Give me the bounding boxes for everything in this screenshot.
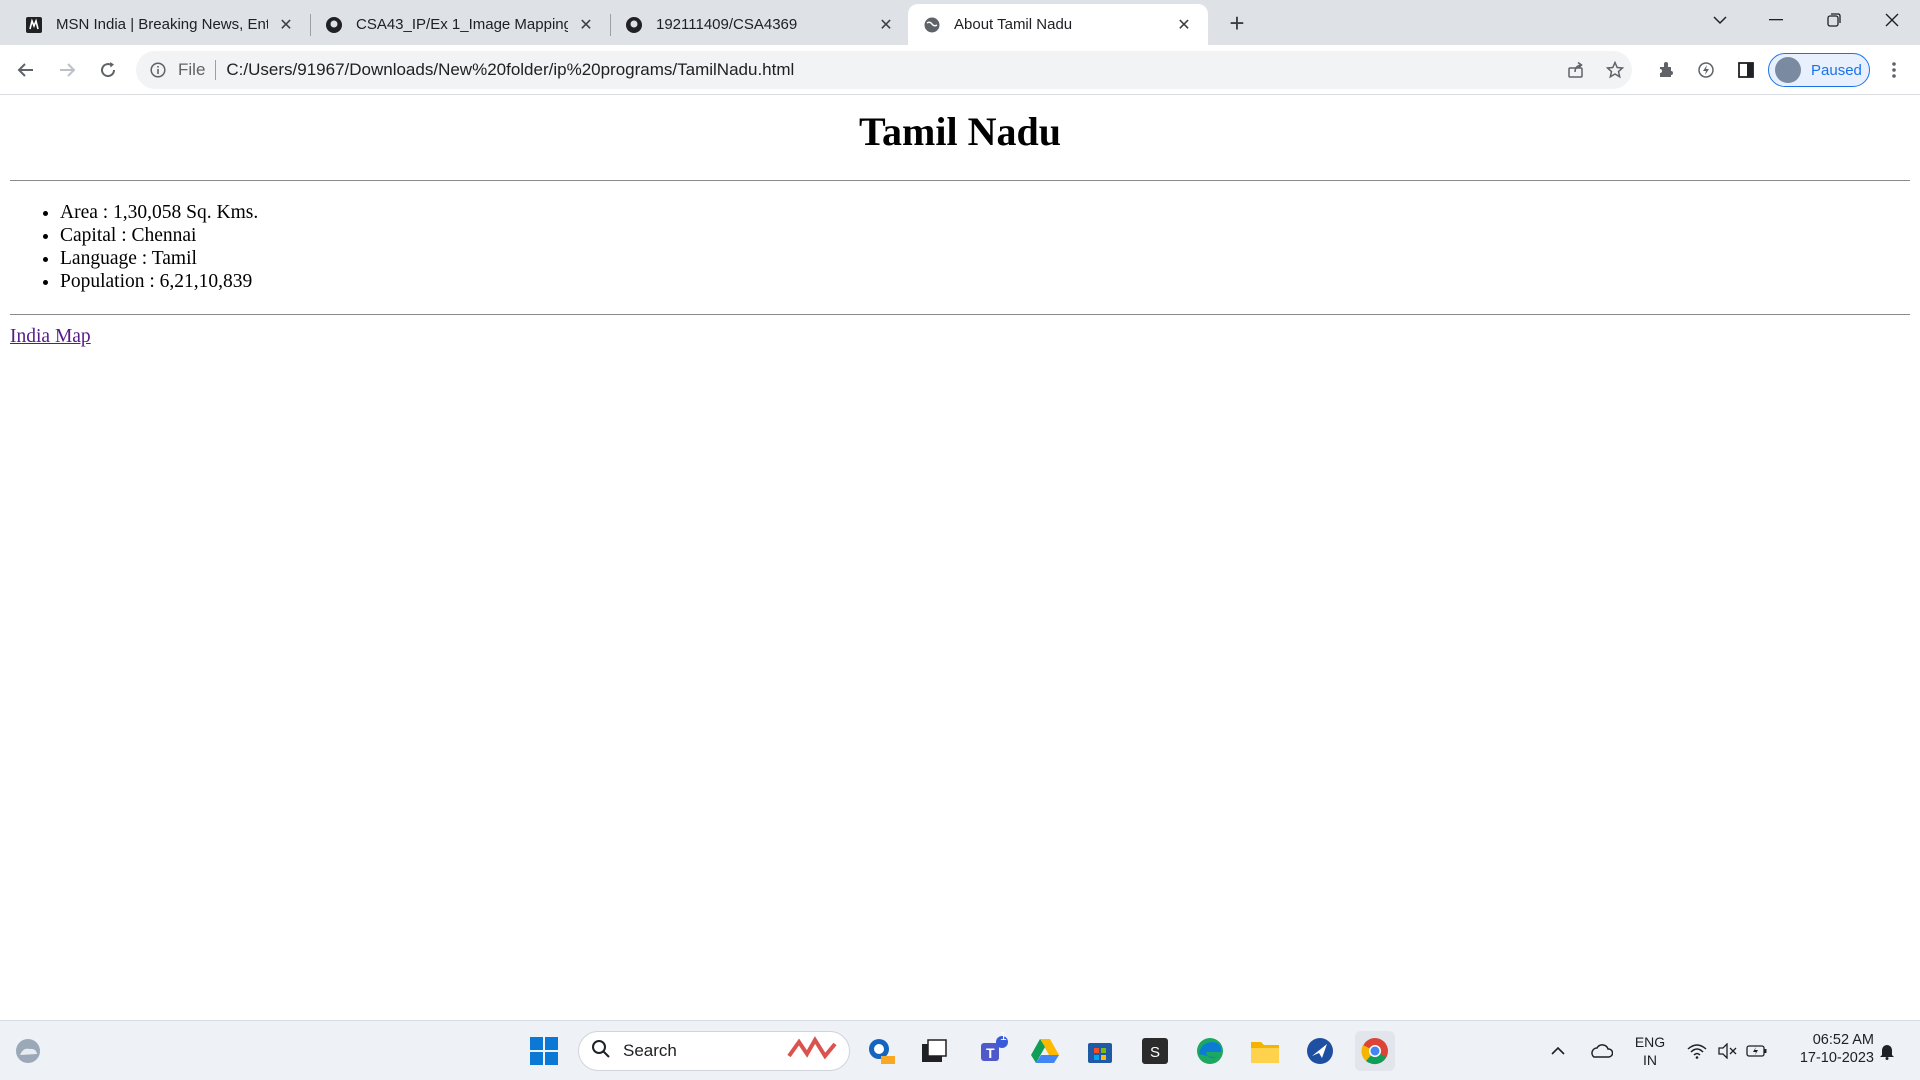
close-tab-icon[interactable]: ✕ <box>276 15 296 35</box>
battery-icon[interactable] <box>1742 1031 1772 1071</box>
share-icon[interactable] <box>1560 54 1592 86</box>
back-button[interactable] <box>10 54 42 86</box>
time-label: 06:52 AM <box>1812 1032 1874 1048</box>
language-indicator[interactable]: ENG IN <box>1628 1033 1672 1069</box>
language-label: ENG <box>1634 1034 1666 1050</box>
msn-icon <box>24 15 44 35</box>
site-info-icon[interactable] <box>148 60 168 80</box>
tab-title: 192111409/CSA4369 <box>656 16 798 33</box>
search-icon <box>591 1039 611 1064</box>
page-content: Tamil Nadu Area : 1,30,058 Sq. Kms. Capi… <box>0 96 1920 1020</box>
github-icon <box>324 15 344 35</box>
top-divider <box>10 180 1910 181</box>
list-item: Area : 1,30,058 Sq. Kms. <box>60 201 258 224</box>
list-item: Language : Tamil <box>60 247 258 270</box>
file-explorer-icon[interactable] <box>1245 1031 1285 1071</box>
clock[interactable]: 06:52 AM 17-10-2023 <box>1780 1031 1874 1067</box>
tab-title: CSA43_IP/Ex 1_Image Mapping. <box>356 16 568 33</box>
svg-text:T: T <box>986 1045 995 1061</box>
india-map-link[interactable]: India Map <box>10 326 91 348</box>
address-bar[interactable]: File C:/Users/91967/Downloads/New%20fold… <box>136 51 1632 89</box>
facts-list: Area : 1,30,058 Sq. Kms. Capital : Chenn… <box>60 201 258 293</box>
tab-csa43[interactable]: CSA43_IP/Ex 1_Image Mapping. ✕ <box>310 4 610 45</box>
bottom-divider <box>10 314 1910 315</box>
telegram-like-icon[interactable] <box>1300 1031 1340 1071</box>
url-text[interactable]: C:/Users/91967/Downloads/New%20folder/ip… <box>226 60 794 80</box>
region-label: IN <box>1643 1052 1657 1068</box>
google-drive-icon[interactable] <box>1025 1031 1065 1071</box>
taskbar-search[interactable]: Search <box>578 1031 850 1071</box>
search-highlight-icon <box>785 1035 841 1067</box>
github-icon <box>624 15 644 35</box>
scheme-label: File <box>178 60 206 79</box>
task-view-icon[interactable] <box>914 1031 954 1071</box>
tab-192111409[interactable]: 192111409/CSA4369 ✕ <box>610 4 910 45</box>
menu-kebab-icon[interactable] <box>1878 54 1910 86</box>
date-label: 17-10-2023 <box>1799 1050 1874 1066</box>
bookmark-star-icon[interactable] <box>1599 54 1631 86</box>
tab-strip: MSN India | Breaking News, Ente ✕ CSA43_… <box>0 0 1920 45</box>
close-tab-icon[interactable]: ✕ <box>876 15 896 35</box>
minimize-button[interactable] <box>1748 0 1804 40</box>
taskbar: Search T 1 S ENG IN 06:52 AM 17-10-2023 <box>0 1020 1920 1080</box>
tab-about-tamil-nadu[interactable]: About Tamil Nadu ✕ <box>908 4 1208 45</box>
edge-icon[interactable] <box>1190 1031 1230 1071</box>
list-item: Population : 6,21,10,839 <box>60 270 258 293</box>
weather-icon[interactable] <box>8 1031 48 1071</box>
close-window-button[interactable] <box>1864 0 1920 40</box>
forward-button[interactable] <box>51 54 83 86</box>
page-title: Tamil Nadu <box>859 109 1061 154</box>
chrome-icon[interactable] <box>1355 1031 1395 1071</box>
tab-title: About Tamil Nadu <box>954 16 1073 33</box>
search-label: Search <box>623 1041 677 1060</box>
tab-title: MSN India | Breaking News, Ente <box>56 16 268 33</box>
close-tab-icon[interactable]: ✕ <box>1174 15 1194 35</box>
close-tab-icon[interactable]: ✕ <box>576 15 596 35</box>
extensions-icon[interactable] <box>1650 54 1682 86</box>
list-item: Capital : Chennai <box>60 224 258 247</box>
browser-toolbar: File C:/Users/91967/Downloads/New%20fold… <box>0 45 1920 95</box>
wifi-icon[interactable] <box>1682 1031 1712 1071</box>
start-button[interactable] <box>524 1031 564 1071</box>
profile-status: Paused <box>1811 61 1862 79</box>
notification-bell-icon[interactable] <box>1872 1031 1902 1071</box>
microsoft-store-icon[interactable] <box>1080 1031 1120 1071</box>
avatar <box>1775 57 1801 83</box>
restore-button[interactable] <box>1806 0 1862 40</box>
svg-text:S: S <box>1150 1044 1160 1061</box>
onedrive-icon[interactable] <box>1583 1031 1619 1071</box>
security-app-icon[interactable] <box>861 1031 901 1071</box>
side-panel-icon[interactable] <box>1730 54 1762 86</box>
performance-icon[interactable] <box>1690 54 1722 86</box>
chevron-up-icon[interactable] <box>1543 1031 1573 1071</box>
globe-icon <box>922 15 942 35</box>
profile-button[interactable]: Paused <box>1768 53 1870 87</box>
new-tab-button[interactable]: + <box>1222 8 1252 38</box>
tab-msn[interactable]: MSN India | Breaking News, Ente ✕ <box>10 4 310 45</box>
teams-icon[interactable]: T 1 <box>974 1029 1014 1071</box>
teams-badge: 1 <box>1000 1029 1007 1043</box>
volume-muted-icon[interactable] <box>1712 1031 1742 1071</box>
tab-search-icon[interactable] <box>1692 0 1748 40</box>
sublime-s-icon[interactable]: S <box>1135 1031 1175 1071</box>
reload-button[interactable] <box>92 54 124 86</box>
